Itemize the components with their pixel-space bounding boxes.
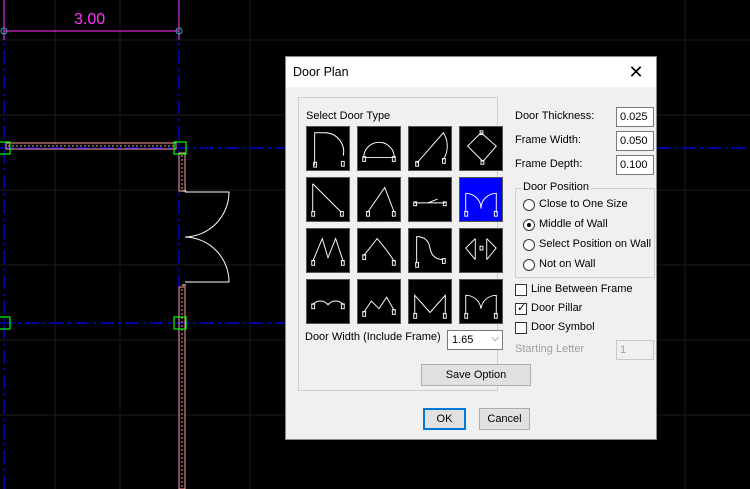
checkbox-box: ✓: [515, 302, 527, 315]
door-width-select[interactable]: 1.65 ⌵: [447, 330, 503, 350]
walls: [5, 142, 186, 489]
dialog-title: Door Plan: [293, 65, 349, 79]
checkbox-label: Door Symbol: [531, 321, 595, 333]
close-icon[interactable]: ✕: [624, 60, 648, 84]
wall-nodes: [0, 141, 187, 330]
dialog-titlebar[interactable]: Door Plan ✕: [286, 57, 656, 87]
door-plan-dialog: Door Plan ✕ Select Door Type Door Width …: [285, 56, 657, 440]
door-thickness-label: Door Thickness:: [515, 110, 595, 122]
checkbox-box: [515, 322, 527, 334]
door-type-icon: [464, 192, 498, 217]
door-type-icon: [466, 130, 497, 165]
door-type-icon: [366, 186, 396, 217]
cancel-button[interactable]: Cancel: [479, 408, 530, 430]
frame-width-label: Frame Width:: [515, 134, 582, 146]
door-type-icon: [413, 198, 447, 207]
door-type-tile[interactable]: [459, 177, 503, 222]
door-type-icon: [362, 296, 396, 317]
door-type-tile[interactable]: [408, 177, 452, 222]
door-type-icon: [311, 237, 345, 266]
door-type-tile[interactable]: [408, 228, 452, 273]
radio-label: Select Position on Wall: [539, 238, 652, 250]
frame-width-field[interactable]: [616, 131, 654, 151]
door-type-tile[interactable]: [459, 279, 503, 324]
starting-letter-field[interactable]: [616, 340, 654, 360]
radio-circle: [523, 219, 535, 231]
door-type-tile[interactable]: [306, 279, 350, 324]
door-type-icon: [415, 131, 448, 167]
door-width-value: 1.65: [452, 334, 474, 346]
door-symbol: [182, 190, 230, 286]
door-type-tile[interactable]: [357, 177, 401, 222]
frame-depth-label: Frame Depth:: [515, 158, 583, 170]
radio-circle: [523, 239, 535, 251]
save-option-button[interactable]: Save Option: [421, 364, 531, 386]
frame-depth-field[interactable]: [616, 155, 654, 175]
door-type-icon: [311, 300, 345, 310]
door-type-tile[interactable]: [306, 177, 350, 222]
door-type-tile[interactable]: [306, 228, 350, 273]
door-type-tile[interactable]: [357, 126, 401, 171]
door-width-label: Door Width (Include Frame): [305, 331, 441, 343]
door-type-icon: [413, 294, 447, 319]
door-type-icon: [464, 294, 498, 319]
ok-button[interactable]: OK: [423, 408, 466, 430]
door-type-icon: [311, 183, 344, 217]
door-type-group-label: Select Door Type: [306, 110, 391, 122]
door-type-tile[interactable]: [357, 228, 401, 273]
radio-circle: [523, 259, 535, 271]
dimension-label: 3.00: [74, 11, 106, 28]
starting-letter-label: Starting Letter: [515, 343, 585, 355]
door-position-group-label: Door Position: [521, 181, 592, 193]
door-thickness-field[interactable]: [616, 107, 654, 127]
checkbox-label: Line Between Frame: [531, 283, 633, 295]
radio-label: Middle of Wall: [539, 218, 608, 230]
door-type-tile[interactable]: [306, 126, 350, 171]
door-type-icon: [362, 141, 396, 162]
door-type-tile[interactable]: [357, 279, 401, 324]
radio-label: Not on Wall: [539, 258, 596, 270]
door-type-tile[interactable]: [408, 279, 452, 324]
door-type-tile[interactable]: [459, 228, 503, 273]
checkbox-label: Door Pillar: [531, 302, 583, 314]
door-type-icon: [415, 236, 446, 268]
door-type-icon: [313, 132, 345, 168]
door-type-icon: [362, 237, 396, 266]
door-type-tile[interactable]: [459, 126, 503, 171]
check-icon: ✓: [517, 302, 527, 314]
checkbox-box: [515, 284, 527, 296]
radio-label: Close to One Size: [539, 198, 628, 210]
radio-circle: [523, 199, 535, 211]
chevron-down-icon: ⌵: [491, 333, 499, 344]
door-type-icon: [465, 238, 497, 260]
door-type-tile[interactable]: [408, 126, 452, 171]
